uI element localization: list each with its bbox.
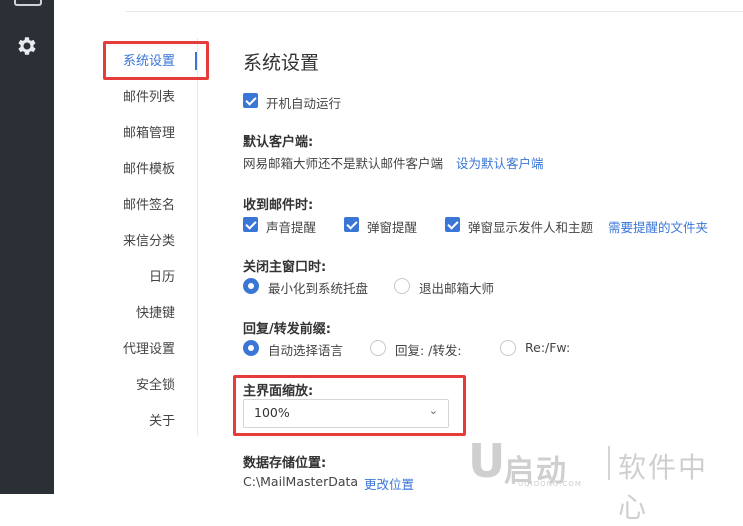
menu-item-mailbox-management[interactable]: 邮箱管理 xyxy=(123,122,175,141)
sound-alert-label: 声音提醒 xyxy=(266,220,317,235)
top-divider xyxy=(126,11,743,12)
watermark-right-text: 软件中心 xyxy=(618,451,709,524)
auto-language-label: 自动选择语言 xyxy=(268,343,344,358)
chinese-prefix-radio[interactable] xyxy=(370,340,386,356)
close-window-title: 关闭主窗口时: xyxy=(243,260,327,275)
minimize-to-tray-label: 最小化到系统托盘 xyxy=(268,281,369,296)
alert-folders-link[interactable]: 需要提醒的文件夹 xyxy=(608,217,708,236)
chinese-prefix-label: 回复: /转发: xyxy=(395,343,462,358)
app-sidebar-rail xyxy=(0,0,54,494)
chevron-down-icon: ⌄ xyxy=(428,404,438,417)
default-client-title: 默认客户端: xyxy=(243,135,314,150)
window-icon[interactable] xyxy=(14,0,42,6)
set-default-client-link[interactable]: 设为默认客户端 xyxy=(456,153,544,172)
zoom-select[interactable]: 100% ⌄ xyxy=(243,399,449,428)
menu-item-about[interactable]: 关于 xyxy=(149,410,175,429)
menu-item-security-lock[interactable]: 安全锁 xyxy=(136,374,175,393)
storage-title: 数据存储位置: xyxy=(243,456,327,471)
menu-item-calendar[interactable]: 日历 xyxy=(149,266,175,285)
zoom-title: 主界面缩放: xyxy=(243,384,314,399)
autostart-checkbox[interactable] xyxy=(243,93,258,108)
watermark-small-text: UQIDONG.COM xyxy=(518,480,582,488)
page-title: 系统设置 xyxy=(243,52,320,74)
zoom-value: 100% xyxy=(254,405,290,420)
on-receive-title: 收到邮件时: xyxy=(243,198,314,213)
menu-item-mail-list[interactable]: 邮件列表 xyxy=(123,86,175,105)
gear-icon[interactable] xyxy=(15,34,39,58)
popup-sender-label: 弹窗显示发件人和主题 xyxy=(468,220,594,235)
english-prefix-radio[interactable] xyxy=(500,340,516,356)
sound-alert-checkbox[interactable] xyxy=(243,217,258,232)
watermark-logo: U 启动 软件中心 UQIDONG.COM xyxy=(468,434,733,524)
autostart-label: 开机自动运行 xyxy=(266,96,342,111)
storage-path: C:\MailMasterData xyxy=(243,474,359,489)
exit-app-radio[interactable] xyxy=(394,278,410,294)
settings-menu: 系统设置 邮件列表 邮箱管理 邮件模板 邮件签名 来信分类 日历 快捷键 代理设… xyxy=(100,38,198,436)
exit-app-label: 退出邮箱大师 xyxy=(419,281,495,296)
menu-item-mail-signature[interactable]: 邮件签名 xyxy=(123,194,175,213)
change-location-link[interactable]: 更改位置 xyxy=(364,474,414,493)
default-client-status: 网易邮箱大师还不是默认邮件客户端 xyxy=(243,156,444,171)
highlight-box-menu xyxy=(103,41,209,80)
auto-language-radio[interactable] xyxy=(243,340,259,356)
popup-alert-checkbox[interactable] xyxy=(344,217,359,232)
menu-item-mail-categories[interactable]: 来信分类 xyxy=(123,230,175,249)
english-prefix-label: Re:/Fw: xyxy=(525,340,571,355)
minimize-to-tray-radio[interactable] xyxy=(243,278,259,294)
menu-item-proxy-settings[interactable]: 代理设置 xyxy=(123,338,175,357)
watermark-letter: U xyxy=(468,434,506,488)
reply-prefix-title: 回复/转发前缀: xyxy=(243,322,331,337)
popup-sender-checkbox[interactable] xyxy=(445,217,460,232)
menu-item-shortcuts[interactable]: 快捷键 xyxy=(136,302,175,321)
watermark-separator xyxy=(608,446,610,480)
menu-item-mail-templates[interactable]: 邮件模板 xyxy=(123,158,175,177)
popup-alert-label: 弹窗提醒 xyxy=(367,220,418,235)
